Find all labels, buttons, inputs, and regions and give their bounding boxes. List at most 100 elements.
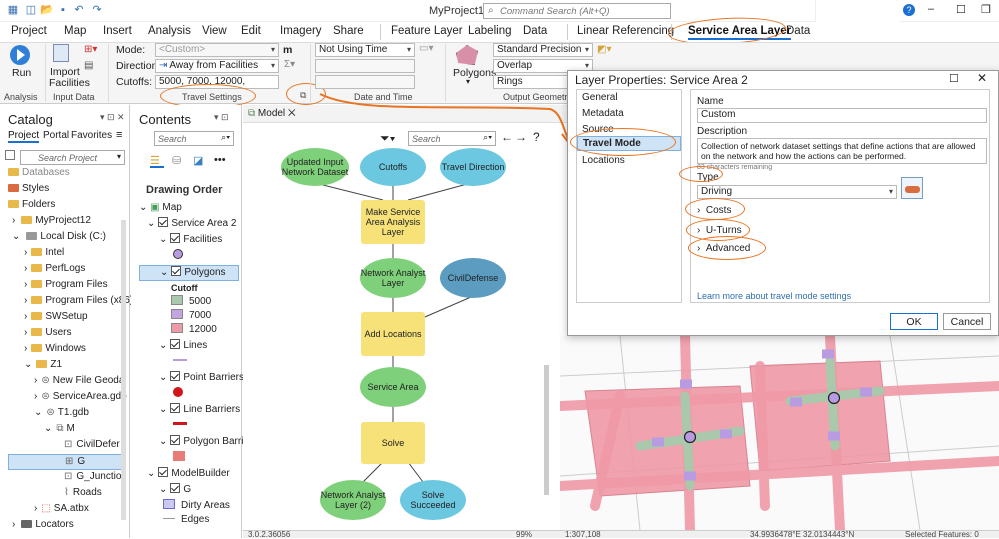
node-civil-defense[interactable]: CivilDefense bbox=[440, 258, 506, 298]
field-map-icon[interactable]: ▤ bbox=[84, 60, 93, 71]
time-select[interactable]: Not Using Time ▾ bbox=[315, 43, 415, 57]
pane-menu-icon[interactable]: ▾ ⊡ bbox=[214, 112, 229, 123]
tab-analysis[interactable]: Analysis bbox=[148, 22, 191, 40]
filter-icon[interactable] bbox=[5, 150, 15, 160]
restore-icon[interactable]: ❐ bbox=[981, 3, 991, 16]
catalog-item[interactable]: › Program Files bbox=[8, 278, 123, 294]
tab-linear-referencing[interactable]: Linear Referencing bbox=[577, 22, 674, 40]
symbology-icon[interactable]: ◩▾ bbox=[597, 44, 611, 55]
close-icon[interactable]: ✕ bbox=[977, 71, 987, 85]
polygons-button[interactable]: Polygons bbox=[453, 67, 496, 79]
ok-button[interactable]: OK bbox=[890, 313, 938, 330]
tab-view[interactable]: View bbox=[202, 22, 227, 40]
maximize-icon[interactable]: ☐ bbox=[949, 72, 959, 85]
layer-service-area[interactable]: ⌄ Service Area 2 bbox=[139, 217, 239, 233]
catalog-tab-portal[interactable]: Portal bbox=[43, 130, 69, 141]
node-na-layer[interactable]: Network Analyst Layer bbox=[360, 258, 426, 298]
list-by-source-icon[interactable]: ⛁ bbox=[172, 154, 181, 167]
catalog-scrollbar[interactable] bbox=[121, 220, 126, 520]
layer-lines[interactable]: ⌄ Lines bbox=[139, 339, 239, 355]
hamburger-icon[interactable]: ≡ bbox=[116, 129, 122, 141]
minimize-icon[interactable]: – bbox=[928, 3, 934, 15]
open-icon[interactable]: 📂 bbox=[40, 4, 54, 16]
map-item[interactable]: ⌄ ▣ Map bbox=[139, 201, 239, 217]
catalog-item[interactable]: Databases bbox=[8, 166, 123, 182]
pane-menu-icon[interactable]: ▾ ⊡ ✕ bbox=[100, 112, 125, 123]
catalog-item[interactable]: ⌄ ⧉ M bbox=[8, 422, 123, 438]
contents-search[interactable]: Search ⌕▾ bbox=[154, 131, 234, 146]
add-item-icon[interactable]: ⊞▾ bbox=[84, 44, 97, 55]
learn-more-link[interactable]: Learn more about travel mode settings bbox=[697, 291, 851, 301]
catalog-item[interactable]: Folders bbox=[8, 198, 123, 214]
catalog-item[interactable]: › Locators bbox=[8, 518, 123, 534]
layer-polygons[interactable]: ⌄ Polygons bbox=[139, 265, 239, 281]
save-icon[interactable]: ▪ bbox=[56, 4, 70, 16]
node-add-locations[interactable]: Add Locations bbox=[361, 312, 425, 356]
catalog-search[interactable]: Search Project ▾ bbox=[20, 150, 125, 165]
nav-general[interactable]: General bbox=[582, 92, 618, 103]
tab-data-2[interactable]: Data bbox=[786, 22, 810, 40]
description-input[interactable]: Collection of network dataset settings t… bbox=[697, 138, 987, 164]
catalog-item[interactable]: › Intel bbox=[8, 246, 123, 262]
run-button[interactable]: Run bbox=[12, 67, 31, 79]
catalog-item[interactable]: ⊞ G bbox=[8, 454, 123, 470]
layer-point-barriers[interactable]: ⌄ Point Barriers bbox=[139, 371, 244, 387]
node-service-area[interactable]: Service Area bbox=[360, 367, 426, 407]
layer-modelbuilder[interactable]: ⌄ ModelBuilder bbox=[139, 467, 239, 483]
list-by-selection-icon[interactable]: ◪ bbox=[193, 154, 203, 167]
catalog-item[interactable]: › MyProject12 bbox=[8, 214, 123, 230]
node-solve[interactable]: Solve bbox=[361, 422, 425, 464]
maximize-icon[interactable]: ☐ bbox=[956, 3, 966, 16]
run-icon[interactable] bbox=[10, 45, 30, 65]
cancel-button[interactable]: Cancel bbox=[943, 313, 991, 330]
redo-icon[interactable]: ↷ bbox=[90, 4, 104, 16]
tab-feature-layer[interactable]: Feature Layer bbox=[391, 22, 463, 40]
catalog-item[interactable]: › ⊜ ServiceArea.gdb bbox=[8, 390, 127, 406]
facilities-label[interactable]: Facilities bbox=[49, 77, 90, 89]
tab-imagery[interactable]: Imagery bbox=[280, 22, 322, 40]
catalog-item[interactable]: › Users bbox=[8, 326, 123, 342]
precision-select[interactable]: Standard Precision ▾ bbox=[493, 43, 593, 57]
command-search[interactable]: ⌕ Command Search (Alt+Q) bbox=[483, 3, 671, 19]
node-solve-succeeded[interactable]: Solve Succeeded bbox=[400, 480, 466, 520]
tab-insert[interactable]: Insert bbox=[103, 22, 132, 40]
catalog-item[interactable]: ⊡ G_Junctio bbox=[8, 470, 123, 486]
catalog-item[interactable]: › Program Files (x86) bbox=[8, 294, 133, 310]
catalog-item[interactable]: › SWSetup bbox=[8, 310, 123, 326]
mode-select[interactable]: <Custom> ▾ bbox=[155, 43, 279, 57]
catalog-item[interactable]: › ⬚ SA.atbx bbox=[8, 502, 123, 518]
tab-map[interactable]: Map bbox=[64, 22, 86, 40]
model-tab[interactable]: ⧉ Model ✕ bbox=[248, 108, 296, 119]
tab-data[interactable]: Data bbox=[523, 22, 547, 40]
model-scrollbar[interactable] bbox=[544, 365, 549, 495]
undo-icon[interactable]: ↶ bbox=[72, 4, 86, 16]
catalog-tab-project[interactable]: Project bbox=[8, 130, 40, 143]
nav-metadata[interactable]: Metadata bbox=[582, 108, 624, 119]
car-icon[interactable] bbox=[901, 177, 923, 199]
catalog-item[interactable]: ⊡ CivilDefer bbox=[8, 438, 123, 454]
list-by-drawing-order-icon[interactable]: ☰ bbox=[150, 154, 164, 168]
more-icon[interactable]: ••• bbox=[214, 154, 226, 166]
tab-edit[interactable]: Edit bbox=[241, 22, 261, 40]
sum-icon[interactable]: Σ▾ bbox=[284, 59, 295, 70]
type-select[interactable]: Driving ▾ bbox=[697, 185, 897, 199]
node-na-layer-2[interactable]: Network Analyst Layer (2) bbox=[320, 480, 386, 520]
catalog-item[interactable]: Styles bbox=[8, 182, 123, 198]
node-make-layer[interactable]: Make Service Area Analysis Layer bbox=[361, 200, 425, 244]
layer-g[interactable]: ⌄ G bbox=[139, 483, 239, 499]
layer-facilities[interactable]: ⌄ Facilities bbox=[139, 233, 239, 249]
new-project-icon[interactable]: ◫ bbox=[24, 4, 38, 16]
import-facilities-icon[interactable] bbox=[53, 44, 69, 62]
catalog-item[interactable]: › PerfLogs bbox=[8, 262, 123, 278]
catalog-item[interactable]: › ⊜ New File Geoda bbox=[8, 374, 124, 390]
catalog-item[interactable]: › Windows bbox=[8, 342, 123, 358]
catalog-item[interactable]: ⌄ ⊜ T1.gdb bbox=[8, 406, 123, 422]
direction-select[interactable]: ⇥ Away from Facilities ▾ bbox=[155, 59, 279, 73]
layer-polygon-barriers[interactable]: ⌄ Polygon Barriers bbox=[139, 435, 257, 451]
tab-project[interactable]: Project bbox=[11, 22, 47, 40]
name-input[interactable]: Custom bbox=[697, 108, 987, 123]
calendar-icon[interactable]: ▭▾ bbox=[419, 43, 433, 54]
nav-locations[interactable]: Locations bbox=[582, 155, 625, 166]
tab-share[interactable]: Share bbox=[333, 22, 364, 40]
layer-line-barriers[interactable]: ⌄ Line Barriers bbox=[139, 403, 240, 419]
